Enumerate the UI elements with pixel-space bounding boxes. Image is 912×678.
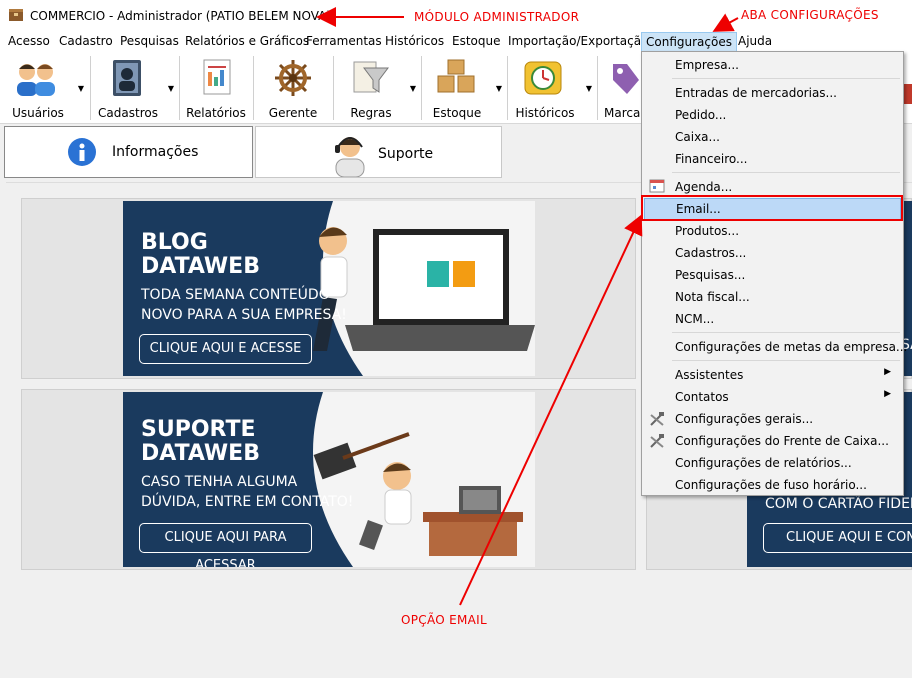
annotation-arrows [316, 7, 739, 606]
arrow-to-configuracoes [712, 13, 739, 32]
arrow-to-email [459, 214, 643, 606]
